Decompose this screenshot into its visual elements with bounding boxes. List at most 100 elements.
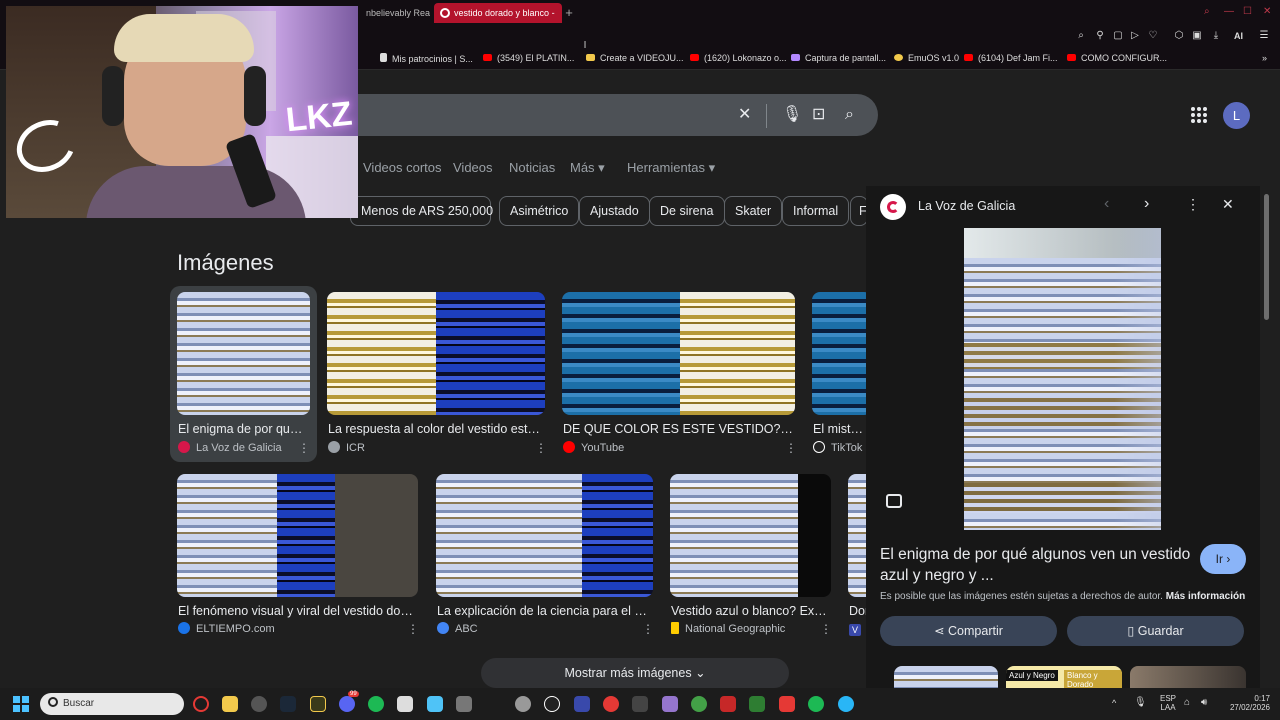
bookmark[interactable]: (1620) Lokonazo o... xyxy=(690,53,787,63)
related-image[interactable]: Azul y Negro Blanco y Dorado xyxy=(1006,666,1122,688)
image-result-card[interactable]: El misterio TikTok xyxy=(812,292,866,462)
taskbar-search[interactable]: Buscar xyxy=(40,693,184,715)
new-tab-button[interactable]: + xyxy=(562,3,576,23)
search-icon[interactable]: ⌕ xyxy=(1204,6,1210,17)
filter-chip[interactable]: Menos de ARS 250,000 xyxy=(350,196,493,226)
spotify-icon[interactable] xyxy=(368,696,384,712)
app-icon[interactable] xyxy=(397,696,413,712)
browser-tab[interactable]: nbelievably Real xyxy=(358,3,430,23)
app-icon[interactable] xyxy=(310,696,326,712)
app-icon[interactable] xyxy=(720,696,736,712)
more-options-icon[interactable]: ⋮ xyxy=(642,622,654,636)
filter-chip[interactable]: Asimétrico xyxy=(499,196,580,226)
show-hidden-icons[interactable]: ^ xyxy=(1112,698,1116,708)
clear-search-icon[interactable]: ✕ xyxy=(738,106,751,124)
notepad-icon[interactable] xyxy=(427,696,443,712)
minimize-icon[interactable]: — xyxy=(1224,6,1234,17)
microphone-icon[interactable]: 🎙︎ xyxy=(1134,697,1147,708)
language-indicator[interactable]: ESP LAA xyxy=(1160,694,1176,712)
tab-noticias[interactable]: Noticias xyxy=(509,160,555,175)
avatar[interactable]: L xyxy=(1223,102,1250,129)
wallet-icon[interactable]: ▣ xyxy=(1190,30,1204,41)
windows-start-icon[interactable] xyxy=(13,696,29,712)
clock[interactable]: 0:17 27/02/2026 xyxy=(1226,694,1270,712)
more-options-icon[interactable]: ⋮ xyxy=(1186,196,1200,213)
visit-button[interactable]: Ir › xyxy=(1200,544,1246,574)
close-window-icon[interactable]: ✕ xyxy=(1263,6,1271,17)
bookmark[interactable]: EmuOS v1.0 xyxy=(894,53,959,63)
previous-image-icon[interactable]: ‹ xyxy=(1104,195,1109,213)
more-bookmarks-icon[interactable]: » xyxy=(1262,53,1267,63)
discord-icon[interactable]: 99 xyxy=(339,691,359,712)
menu-icon[interactable]: ☰ xyxy=(1257,30,1271,41)
related-image[interactable] xyxy=(1130,666,1246,688)
download-icon[interactable]: ⤓ xyxy=(1209,30,1223,41)
next-image-icon[interactable]: › xyxy=(1144,195,1149,213)
xbox-icon[interactable] xyxy=(691,696,707,712)
bookmark[interactable]: Mis patrocinios | S... xyxy=(380,53,473,64)
more-options-icon[interactable]: ⋮ xyxy=(535,441,547,455)
scrollbar-thumb[interactable] xyxy=(1264,194,1269,320)
app-icon[interactable] xyxy=(456,696,472,712)
spotify-icon[interactable] xyxy=(808,696,824,712)
capcut-icon[interactable] xyxy=(544,696,560,712)
close-panel-icon[interactable]: ✕ xyxy=(1222,196,1234,213)
bookmark[interactable]: (3549) El PLATIN... xyxy=(483,53,574,63)
lens-search-icon[interactable]: ⊡ xyxy=(812,106,825,124)
save-button[interactable]: ▯ Guardar xyxy=(1067,616,1244,646)
pin-icon[interactable]: ⚲ xyxy=(1093,30,1107,41)
dress-thumbnail xyxy=(562,292,795,415)
app-icon[interactable] xyxy=(603,696,619,712)
tab-videos-cortos[interactable]: Videos cortos xyxy=(363,160,442,175)
zoom-icon[interactable]: ⌕ xyxy=(1074,30,1088,41)
snapshot-icon[interactable]: ▢ xyxy=(1111,30,1125,41)
tab-herramientas[interactable]: Herramientas ▾ xyxy=(627,160,715,176)
ai-button[interactable]: AI xyxy=(1234,31,1243,41)
tab-mas[interactable]: Más ▾ xyxy=(570,160,605,176)
more-options-icon[interactable]: ⋮ xyxy=(407,622,419,636)
more-options-icon[interactable]: ⋮ xyxy=(820,622,832,636)
google-apps-icon[interactable] xyxy=(1191,107,1207,123)
browser-tab-active[interactable]: vestido dorado y blanco - xyxy=(434,3,562,23)
filter-chip[interactable]: De sirena xyxy=(649,196,725,226)
filter-chip[interactable]: Ajustado xyxy=(579,196,650,226)
app-icon[interactable] xyxy=(632,696,648,712)
lens-icon[interactable] xyxy=(886,494,902,508)
app-icon[interactable] xyxy=(749,696,765,712)
car-game-icon[interactable] xyxy=(515,696,531,712)
filter-chip[interactable]: Informal xyxy=(782,196,850,226)
shield-icon[interactable] xyxy=(574,696,590,712)
image-result-card[interactable]: Dor V xyxy=(848,474,866,644)
volume-icon[interactable]: 🔊︎ xyxy=(1201,697,1207,708)
network-icon[interactable]: ⌂ xyxy=(1184,697,1190,708)
preview-dress-image[interactable] xyxy=(964,228,1161,530)
show-more-images-button[interactable]: Mostrar más imágenes ⌄ xyxy=(481,658,789,688)
share-button[interactable]: ⋖ Compartir xyxy=(880,616,1057,646)
maximize-icon[interactable]: ☐ xyxy=(1243,6,1252,17)
more-info-link[interactable]: Más información xyxy=(1166,591,1245,602)
chrome-icon[interactable] xyxy=(251,696,267,712)
app-icon[interactable] xyxy=(662,696,678,712)
more-options-icon[interactable]: ⋮ xyxy=(298,441,310,455)
opera-gx-icon[interactable] xyxy=(193,696,209,712)
tab-videos[interactable]: Videos xyxy=(453,160,493,175)
scrollbar[interactable] xyxy=(1262,186,1270,686)
play-icon[interactable]: ▷ xyxy=(1128,30,1142,41)
bookmark[interactable]: COMO CONFIGUR... xyxy=(1067,53,1167,63)
extensions-icon[interactable]: ⬡ xyxy=(1172,30,1186,41)
steam-icon[interactable] xyxy=(280,696,296,712)
search-icon[interactable]: ⌕ xyxy=(845,106,854,124)
voicemod-icon[interactable] xyxy=(779,696,795,712)
bookmark[interactable]: (6104) Def Jam Fi... xyxy=(964,53,1058,63)
bookmark[interactable]: Create a VIDEOJU... xyxy=(586,53,684,63)
related-image[interactable] xyxy=(894,666,998,688)
filter-chip[interactable]: Skater xyxy=(724,196,783,226)
more-options-icon[interactable]: ⋮ xyxy=(785,441,797,455)
heart-icon[interactable]: ♡ xyxy=(1146,30,1160,41)
panel-title[interactable]: El enigma de por qué algunos ven un vest… xyxy=(880,544,1196,586)
app-icon[interactable] xyxy=(838,696,854,712)
search-box[interactable]: ✕ 🎙︎ ⊡ ⌕ xyxy=(300,94,878,136)
microphone-icon[interactable]: 🎙︎ xyxy=(782,106,802,124)
bookmark[interactable]: Captura de pantall... xyxy=(791,53,886,63)
file-explorer-icon[interactable] xyxy=(222,696,238,712)
